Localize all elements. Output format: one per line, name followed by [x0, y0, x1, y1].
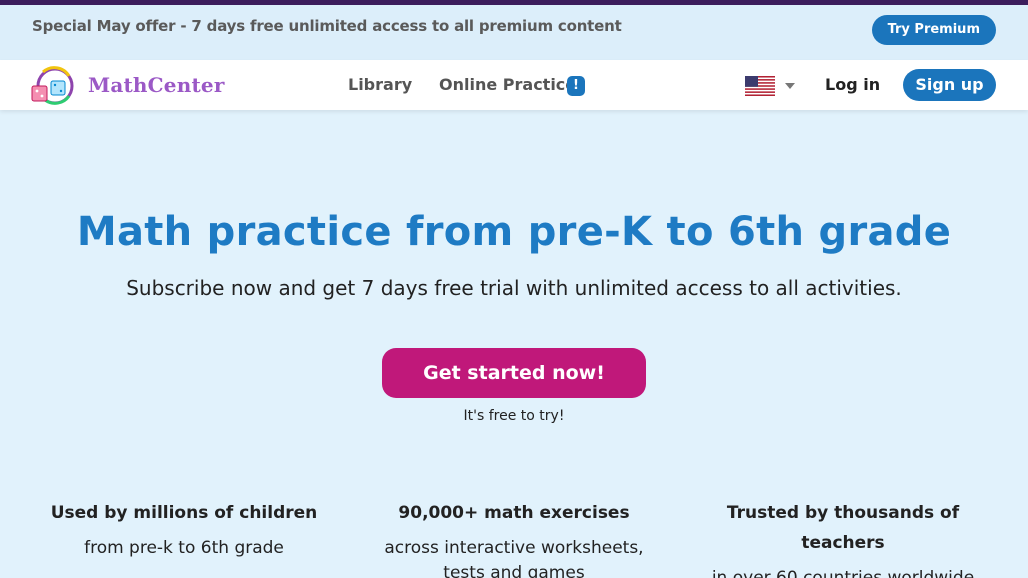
- language-dropdown-chevron-icon[interactable]: [785, 83, 795, 89]
- promo-banner: Special May offer - 7 days free unlimite…: [0, 5, 1028, 60]
- free-trial-note: It's free to try!: [463, 408, 565, 424]
- feature-millions-children: Used by millions of children from pre-k …: [34, 498, 334, 561]
- hero-subtitle: Subscribe now and get 7 days free trial …: [126, 276, 902, 300]
- feature-title: Trusted by thousands of teachers: [726, 503, 960, 553]
- nav-online-practice[interactable]: Online Practice: [439, 75, 576, 94]
- feature-title: 90,000+ math exercises: [398, 503, 630, 523]
- mathcenter-logo-icon[interactable]: [31, 66, 75, 106]
- promo-text: Special May offer - 7 days free unlimite…: [32, 17, 622, 35]
- login-link[interactable]: Log in: [825, 75, 880, 94]
- feature-math-exercises: 90,000+ math exercises across interactiv…: [364, 498, 664, 578]
- brand-name[interactable]: MathCenter: [88, 73, 225, 97]
- signup-button[interactable]: Sign up: [903, 69, 996, 101]
- navbar: MathCenter Library Online Practice ! Log…: [0, 60, 1028, 110]
- get-started-button[interactable]: Get started now!: [382, 348, 646, 398]
- feature-title: Used by millions of children: [50, 503, 318, 523]
- online-practice-badge: !: [567, 76, 585, 96]
- hero-title: Math practice from pre-K to 6th grade: [76, 209, 952, 255]
- feature-text: in over 60 countries worldwide: [711, 568, 975, 578]
- nav-library[interactable]: Library: [348, 75, 412, 94]
- feature-text: from pre-k to 6th grade: [84, 538, 284, 558]
- feature-text: across interactive worksheets, tests and…: [384, 538, 644, 578]
- us-flag-icon[interactable]: [745, 76, 775, 96]
- feature-trusted-teachers: Trusted by thousands of teachers in over…: [693, 498, 993, 578]
- try-premium-button[interactable]: Try Premium: [871, 15, 996, 45]
